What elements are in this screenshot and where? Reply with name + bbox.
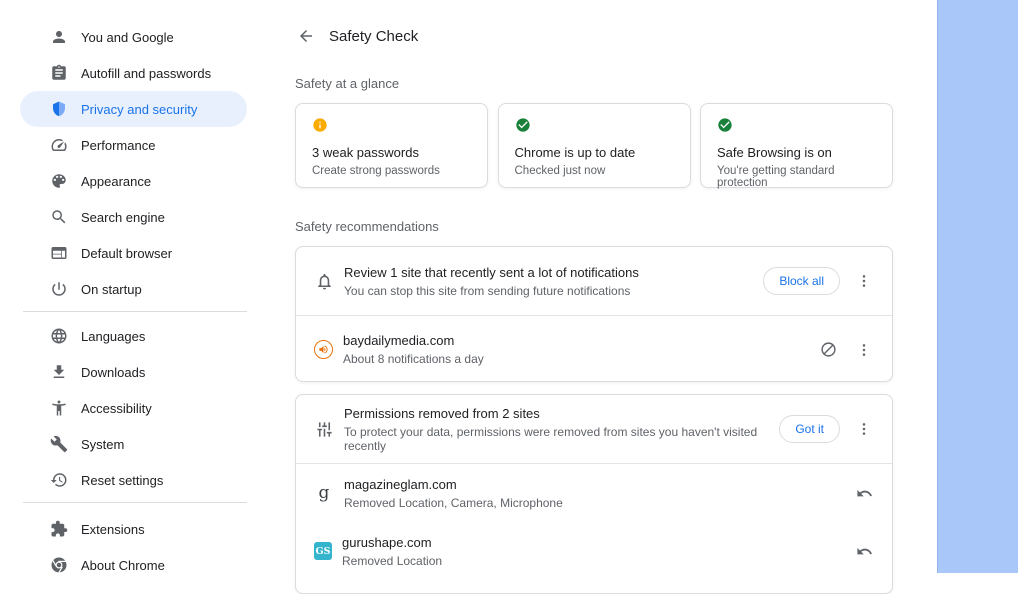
shield-icon xyxy=(50,100,68,118)
notifications-card-title: Review 1 site that recently sent a lot o… xyxy=(344,264,639,280)
page-title: Safety Check xyxy=(329,27,419,45)
sidebar-item-label: Downloads xyxy=(81,364,146,380)
glance-card-title: 3 weak passwords xyxy=(312,145,419,160)
sidebar-item-label: Accessibility xyxy=(81,400,152,416)
sidebar-divider xyxy=(23,502,247,503)
site-detail: Removed Location, Camera, Microphone xyxy=(344,495,563,510)
sidebar-divider xyxy=(23,311,247,312)
sidebar-item-performance[interactable]: Performance xyxy=(0,127,247,163)
browser-window-icon xyxy=(50,244,68,262)
sidebar-item-accessibility[interactable]: Accessibility xyxy=(0,390,247,426)
sidebar-item-system[interactable]: System xyxy=(0,426,247,462)
sidebar-item-about-chrome[interactable]: About Chrome xyxy=(0,547,247,583)
bell-icon xyxy=(314,271,334,291)
more-options-icon[interactable] xyxy=(852,338,876,362)
clipboard-icon xyxy=(50,64,68,82)
power-icon xyxy=(50,280,68,298)
glance-card-title: Chrome is up to date xyxy=(514,145,636,160)
sidebar-item-you-and-google[interactable]: You and Google xyxy=(0,19,247,55)
check-circle-icon xyxy=(717,117,733,133)
sidebar-item-label: Performance xyxy=(81,137,156,153)
sidebar-item-on-startup[interactable]: On startup xyxy=(0,271,247,307)
sidebar-item-downloads[interactable]: Downloads xyxy=(0,354,247,390)
sidebar-item-label: Autofill and passwords xyxy=(81,65,212,81)
sidebar-item-appearance[interactable]: Appearance xyxy=(0,163,247,199)
sidebar-item-languages[interactable]: Languages xyxy=(0,318,247,354)
palette-icon xyxy=(50,172,68,190)
sidebar-item-search-engine[interactable]: Search engine xyxy=(0,199,247,235)
site-row-baydailymedia: baydailymedia.com About 8 notifications … xyxy=(296,316,892,381)
sidebar-item-label: Privacy and security xyxy=(81,101,198,117)
sidebar-item-label: Languages xyxy=(81,328,146,344)
glance-card-updates[interactable]: Chrome is up to date Checked just now xyxy=(497,103,691,188)
sidebar-item-reset-settings[interactable]: Reset settings xyxy=(0,462,247,498)
sidebar-item-label: Reset settings xyxy=(81,472,164,488)
glance-section-label: Safety at a glance xyxy=(295,76,400,91)
sidebar-item-label: Appearance xyxy=(81,173,152,189)
glance-card-safe-browsing[interactable]: Safe Browsing is on You're getting stand… xyxy=(700,103,893,189)
sidebar-item-label: Default browser xyxy=(81,245,173,261)
more-options-icon[interactable] xyxy=(852,269,876,293)
wrench-icon xyxy=(50,435,68,453)
permissions-card-title: Permissions removed from 2 sites xyxy=(344,405,540,421)
check-circle-icon xyxy=(515,117,531,133)
permissions-card-subtitle: To protect your data, permissions were r… xyxy=(344,424,758,453)
got-it-button[interactable]: Got it xyxy=(779,415,840,443)
restore-icon xyxy=(50,471,68,489)
more-options-icon[interactable] xyxy=(852,417,876,441)
undo-icon[interactable] xyxy=(852,539,876,563)
sidebar-item-extensions[interactable]: Extensions xyxy=(0,511,247,547)
permissions-card-header: Permissions removed from 2 sites To prot… xyxy=(296,395,892,463)
tune-sliders-icon xyxy=(314,419,334,439)
back-arrow-icon[interactable] xyxy=(294,24,318,48)
block-all-button[interactable]: Block all xyxy=(763,267,840,295)
globe-icon xyxy=(50,327,68,345)
search-icon xyxy=(50,208,68,226)
accessibility-icon xyxy=(50,399,68,417)
notifications-review-card: Review 1 site that recently sent a lot o… xyxy=(295,246,893,382)
sidebar-item-label: Extensions xyxy=(81,521,145,537)
site-detail: About 8 notifications a day xyxy=(343,352,484,366)
notifications-card-header: Review 1 site that recently sent a lot o… xyxy=(296,247,892,315)
browser-side-panel xyxy=(937,0,1018,573)
sidebar-item-label: About Chrome xyxy=(81,557,165,573)
sidebar-item-autofill[interactable]: Autofill and passwords xyxy=(0,55,247,91)
sidebar-item-label: System xyxy=(81,436,125,452)
permissions-removed-card: Permissions removed from 2 sites To prot… xyxy=(295,394,893,594)
site-domain: baydailymedia.com xyxy=(343,333,455,348)
site-favicon-gs: GS xyxy=(314,542,332,560)
recommendations-section-label: Safety recommendations xyxy=(295,219,439,234)
glance-card-subtitle: You're getting standard protection xyxy=(717,165,835,189)
site-favicon-speaker-icon xyxy=(314,340,333,359)
site-domain: gurushape.com xyxy=(342,534,432,550)
speedometer-icon xyxy=(50,136,68,154)
sidebar-item-default-browser[interactable]: Default browser xyxy=(0,235,247,271)
site-detail: Removed Location xyxy=(342,553,443,568)
settings-sidebar: You and Google Autofill and passwords Pr… xyxy=(0,0,247,583)
notifications-card-subtitle: You can stop this site from sending futu… xyxy=(344,283,631,298)
site-row-gurushape: GS gurushape.com Removed Location xyxy=(296,522,892,580)
block-site-icon[interactable] xyxy=(816,338,840,362)
glance-cards-row: 3 weak passwords Create strong passwords… xyxy=(295,103,893,189)
download-icon xyxy=(50,363,68,381)
puzzle-icon xyxy=(50,520,68,538)
chrome-logo-icon xyxy=(50,556,68,574)
glance-card-passwords[interactable]: 3 weak passwords Create strong passwords xyxy=(295,103,488,188)
warning-info-icon xyxy=(312,117,328,133)
person-icon xyxy=(50,28,68,46)
glance-card-title: Safe Browsing is on xyxy=(717,145,832,160)
sidebar-item-label: You and Google xyxy=(81,29,174,45)
sidebar-item-label: On startup xyxy=(81,281,142,297)
glance-card-subtitle: Checked just now xyxy=(514,165,606,177)
site-favicon-letter: g xyxy=(318,483,330,503)
site-row-magazineglam: g magazineglam.com Removed Location, Cam… xyxy=(296,464,892,522)
undo-icon[interactable] xyxy=(852,481,876,505)
sidebar-item-label: Search engine xyxy=(81,209,165,225)
site-domain: magazineglam.com xyxy=(344,476,457,492)
sidebar-item-privacy-and-security[interactable]: Privacy and security xyxy=(20,91,247,127)
page-header: Safety Check xyxy=(294,22,418,50)
glance-card-subtitle: Create strong passwords xyxy=(312,165,440,177)
